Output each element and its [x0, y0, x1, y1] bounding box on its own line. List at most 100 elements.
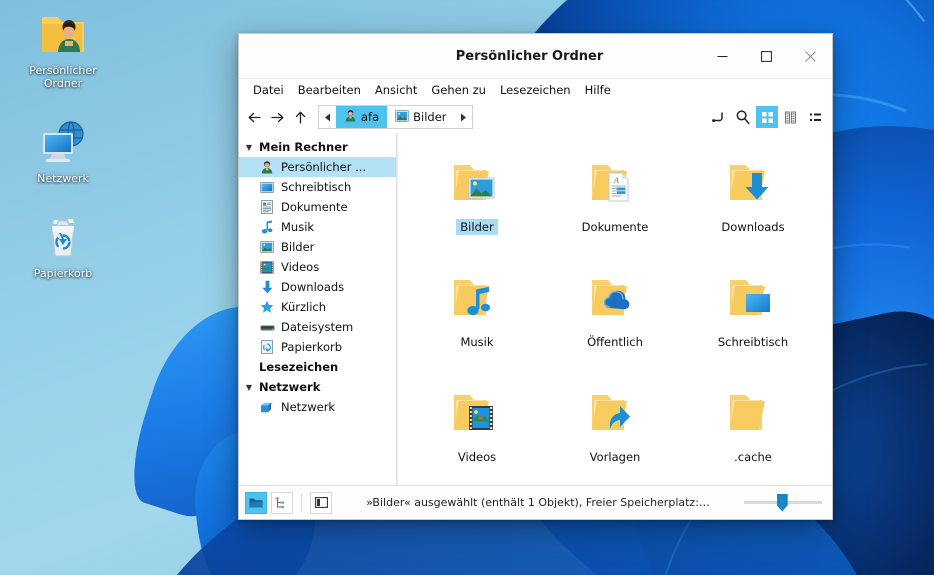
folder-view-button[interactable]	[245, 492, 267, 514]
breadcrumb-scroll-left[interactable]	[319, 106, 336, 128]
window-titlebar[interactable]: Persönlicher Ordner	[239, 34, 832, 79]
file-item-dokumente[interactable]: A Dokumente	[546, 147, 684, 262]
sidebar-item-label: Videos	[281, 260, 319, 274]
sidebar-group-lesezeichen[interactable]: Lesezeichen	[239, 357, 396, 377]
icon-view-icon	[760, 110, 775, 125]
sidebar-item-videos[interactable]: Videos	[239, 257, 396, 277]
file-item-musik[interactable]: Musik	[408, 262, 546, 377]
breadcrumb-scroll-right[interactable]	[455, 106, 472, 128]
desktop-icon-recycle-bin[interactable]: Papierkorb	[15, 211, 111, 280]
status-text: »Bilder« ausgewählt (enthält 1 Objekt), …	[336, 496, 740, 509]
file-list-view[interactable]: Bilder A	[397, 133, 832, 485]
download-arrow-icon	[259, 279, 275, 295]
file-item-label: Schreibtisch	[714, 334, 792, 350]
sidebar-item-label: Downloads	[281, 280, 344, 294]
folder-public-icon	[583, 270, 647, 330]
sidebar-group-label: Netzwerk	[259, 380, 320, 394]
sidebar-item-schreibtisch[interactable]: Schreibtisch	[239, 177, 396, 197]
desktop: Persönlicher Ordner Netzwerk	[0, 0, 934, 575]
icon-view-button[interactable]	[756, 106, 778, 128]
file-manager-window: Persönlicher Ordner Datei Bearbeiten	[238, 33, 833, 520]
desktop-icon-label: Papierkorb	[15, 267, 111, 280]
file-item-label: Dokumente	[578, 219, 653, 235]
recycle-bin-icon	[15, 211, 111, 263]
file-item-downloads[interactable]: Downloads	[684, 147, 822, 262]
minimize-button[interactable]	[700, 34, 744, 78]
sidebar-item-personal-folder[interactable]: Persönlicher ...	[239, 157, 396, 177]
sidebar-item-label: Musik	[281, 220, 314, 234]
file-item-cache[interactable]: .cache	[684, 377, 822, 485]
compact-view-button[interactable]	[780, 106, 802, 128]
search-button[interactable]	[732, 106, 754, 128]
documents-icon	[259, 199, 275, 215]
list-view-icon	[808, 110, 823, 125]
sidebar-item-papierkorb[interactable]: Papierkorb	[239, 337, 396, 357]
close-button[interactable]	[788, 34, 832, 78]
menu-lesezeichen[interactable]: Lesezeichen	[494, 82, 577, 98]
close-icon	[805, 51, 816, 62]
user-home-icon	[259, 159, 275, 175]
sidebar-item-bilder[interactable]: Bilder	[239, 237, 396, 257]
toolbar-right-group	[708, 106, 826, 128]
up-button[interactable]	[289, 105, 311, 129]
sidebar-group-netzwerk[interactable]: ▼ Netzwerk	[239, 377, 396, 397]
zoom-slider-thumb[interactable]	[777, 494, 788, 512]
sidebar-item-dateisystem[interactable]: Dateisystem	[239, 317, 396, 337]
divider	[301, 494, 302, 512]
menu-datei[interactable]: Datei	[247, 82, 290, 98]
folder-templates-icon	[583, 385, 647, 445]
sidebar-item-downloads[interactable]: Downloads	[239, 277, 396, 297]
desktop-icon	[259, 179, 275, 195]
sidebar-toggle-button[interactable]	[310, 492, 332, 514]
file-item-label: .cache	[730, 449, 776, 465]
desktop-icon-list: Persönlicher Ordner Netzwerk	[8, 8, 118, 306]
menu-bearbeiten[interactable]: Bearbeiten	[292, 82, 367, 98]
sidebar: ▼ Mein Rechner Persönlicher ...	[239, 133, 397, 485]
breadcrumb-label: Bilder	[413, 110, 446, 124]
file-item-vorlagen[interactable]: Vorlagen	[546, 377, 684, 485]
list-view-button[interactable]	[804, 106, 826, 128]
maximize-button[interactable]	[744, 34, 788, 78]
breadcrumb: afa Bilder	[318, 105, 473, 129]
location-entry-toggle[interactable]	[708, 106, 730, 128]
breadcrumb-item-bilder[interactable]: Bilder	[387, 106, 454, 128]
forward-button[interactable]	[266, 105, 288, 129]
breadcrumb-item-afa[interactable]: afa	[336, 106, 387, 128]
pictures-icon	[259, 239, 275, 255]
tree-view-button[interactable]	[271, 492, 293, 514]
file-item-schreibtisch[interactable]: Schreibtisch	[684, 262, 822, 377]
folder-pictures-icon	[445, 155, 509, 215]
menu-ansicht[interactable]: Ansicht	[369, 82, 423, 98]
maximize-icon	[761, 51, 772, 62]
breadcrumb-label: afa	[361, 110, 379, 124]
network-share-icon	[259, 399, 275, 415]
menu-hilfe[interactable]: Hilfe	[579, 82, 617, 98]
file-item-videos[interactable]: Videos	[408, 377, 546, 485]
recent-star-icon	[259, 299, 275, 315]
desktop-icon-label: Netzwerk	[15, 172, 111, 185]
menubar: Datei Bearbeiten Ansicht Gehen zu Leseze…	[239, 79, 832, 101]
sidebar-item-label: Netzwerk	[281, 400, 335, 414]
desktop-icon-network[interactable]: Netzwerk	[15, 116, 111, 185]
desktop-icon-personal-folder[interactable]: Persönlicher Ordner	[15, 8, 111, 90]
sidebar-group-label: Mein Rechner	[259, 140, 348, 154]
crumb-scroll-right-icon	[460, 113, 467, 122]
sidebar-item-netzwerk[interactable]: Netzwerk	[239, 397, 396, 417]
sidebar-item-dokumente[interactable]: Dokumente	[239, 197, 396, 217]
file-item-bilder[interactable]: Bilder	[408, 147, 546, 262]
sidebar-item-kuerzlich[interactable]: Kürzlich	[239, 297, 396, 317]
back-button[interactable]	[243, 105, 265, 129]
zoom-slider[interactable]	[744, 493, 822, 513]
folder-open-icon	[249, 497, 263, 509]
sidebar-item-musik[interactable]: Musik	[239, 217, 396, 237]
folder-videos-icon	[445, 385, 509, 445]
folder-desktop-icon	[721, 270, 785, 330]
sidebar-item-label: Bilder	[281, 240, 314, 254]
personal-folder-icon	[15, 8, 111, 60]
folder-plain-icon	[721, 385, 785, 445]
chevron-down-icon: ▼	[243, 143, 255, 152]
menu-gehen-zu[interactable]: Gehen zu	[425, 82, 492, 98]
file-item-oeffentlich[interactable]: Öffentlich	[546, 262, 684, 377]
sidebar-group-mein-rechner[interactable]: ▼ Mein Rechner	[239, 137, 396, 157]
pictures-folder-icon	[395, 110, 409, 125]
